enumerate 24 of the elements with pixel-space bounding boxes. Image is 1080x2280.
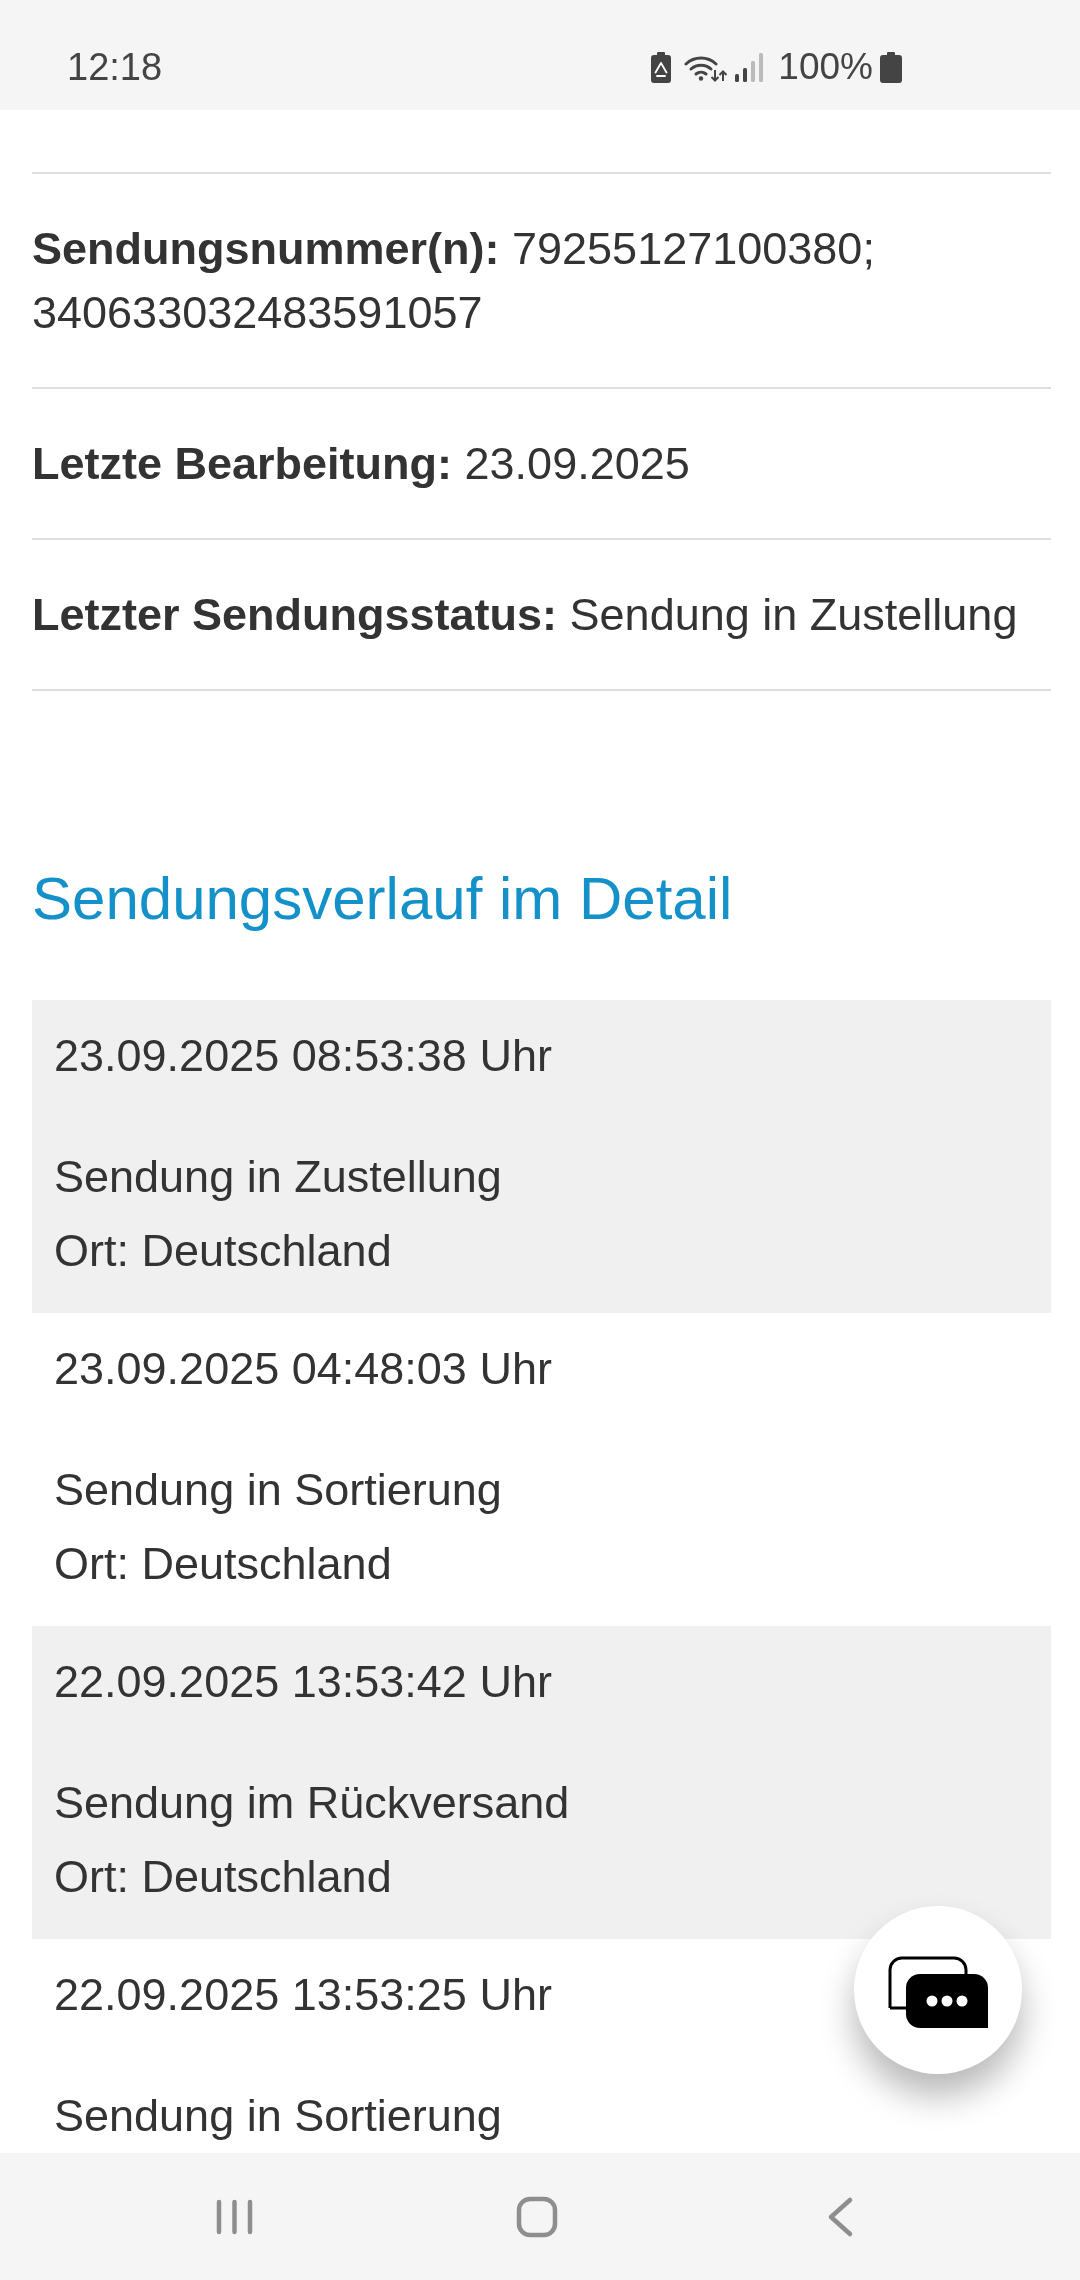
event-timestamp: 23.09.2025 08:53:38 Uhr	[54, 1029, 552, 1083]
battery-saver-icon	[651, 51, 672, 83]
section-heading: Sendungsverlauf im Detail	[32, 864, 733, 934]
shipment-detail: Letzter Sendungsstatus: Sendung in Zustellung	[32, 540, 1051, 691]
clock-time: 12:18	[67, 47, 163, 87]
event-timestamp: 22.09.2025 13:53:25 Uhr	[54, 1968, 552, 2022]
event-status: Sendung im Rückversand	[54, 1776, 570, 1830]
event-timestamp: 23.09.2025 04:48:03 Uhr	[54, 1342, 552, 1396]
event-location: Ort: Deutschland	[54, 1224, 392, 1278]
event-location: Ort: Deutschland	[54, 1537, 392, 1591]
shipment-detail: Letzte Bearbeitung: 23.09.2025	[32, 389, 1051, 540]
chat-bubbles-icon	[888, 1956, 988, 2028]
event-status: Sendung in Sortierung	[54, 2089, 502, 2143]
event-timestamp: 22.09.2025 13:53:42 Uhr	[54, 1655, 552, 1709]
shipment-detail: Sendungsnummer(n): 79255127100380; 340633032483591057	[32, 174, 1051, 389]
battery-icon	[880, 51, 902, 83]
event-status: Sendung in Sortierung	[54, 1463, 502, 1517]
signal-icon	[735, 52, 764, 82]
battery-percentage: 100%	[778, 47, 873, 87]
home-icon[interactable]	[516, 2195, 558, 2238]
back-icon[interactable]	[826, 2195, 854, 2238]
event-location: Ort: Deutschland	[54, 1850, 392, 1904]
recent-apps-icon[interactable]	[215, 2197, 254, 2236]
event-status: Sendung in Zustellung	[54, 1150, 502, 1204]
